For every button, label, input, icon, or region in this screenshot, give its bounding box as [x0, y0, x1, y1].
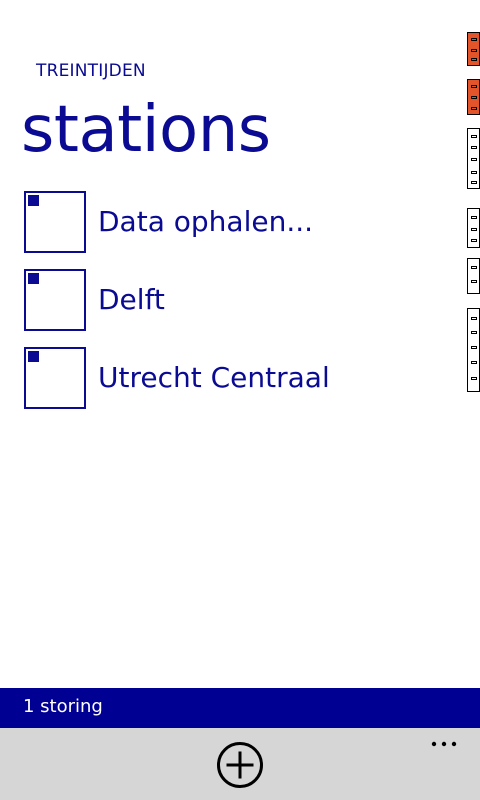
app-title: TREINTIJDEN: [36, 61, 146, 81]
frame-rate-counter-red-1: [467, 32, 480, 66]
frame-rate-counter-white-4: [467, 308, 480, 392]
frame-rate-counter-icon: [467, 32, 480, 392]
tile-corner-icon: [28, 351, 39, 362]
station-label: Delft: [98, 283, 165, 316]
station-tile-icon: [24, 269, 86, 331]
status-bar[interactable]: 1 storing: [0, 688, 480, 728]
app-screen: TREINTIJDEN stations Data ophalen... Del…: [0, 0, 480, 800]
station-list: Data ophalen... Delft Utrecht Centraal: [24, 191, 424, 425]
station-tile-icon: [24, 191, 86, 253]
application-bar: [0, 728, 480, 800]
tile-corner-icon: [28, 273, 39, 284]
page-title: stations: [21, 93, 271, 167]
status-text: 1 storing: [23, 696, 103, 717]
add-button[interactable]: [216, 741, 264, 789]
station-label: Data ophalen...: [98, 205, 314, 238]
frame-rate-counter-white-1: [467, 128, 480, 189]
station-item-utrecht-centraal[interactable]: Utrecht Centraal: [24, 347, 424, 409]
more-options-button[interactable]: [426, 730, 462, 754]
station-label: Utrecht Centraal: [98, 361, 330, 394]
tile-corner-icon: [28, 195, 39, 206]
station-item-delft[interactable]: Delft: [24, 269, 424, 331]
frame-rate-counter-white-2: [467, 208, 480, 248]
add-circle-icon: [217, 742, 263, 788]
frame-rate-counter-white-3: [467, 258, 480, 294]
frame-rate-counter-red-2: [467, 79, 480, 115]
ellipsis-icon: [431, 741, 457, 747]
station-item-loading[interactable]: Data ophalen...: [24, 191, 424, 253]
station-tile-icon: [24, 347, 86, 409]
